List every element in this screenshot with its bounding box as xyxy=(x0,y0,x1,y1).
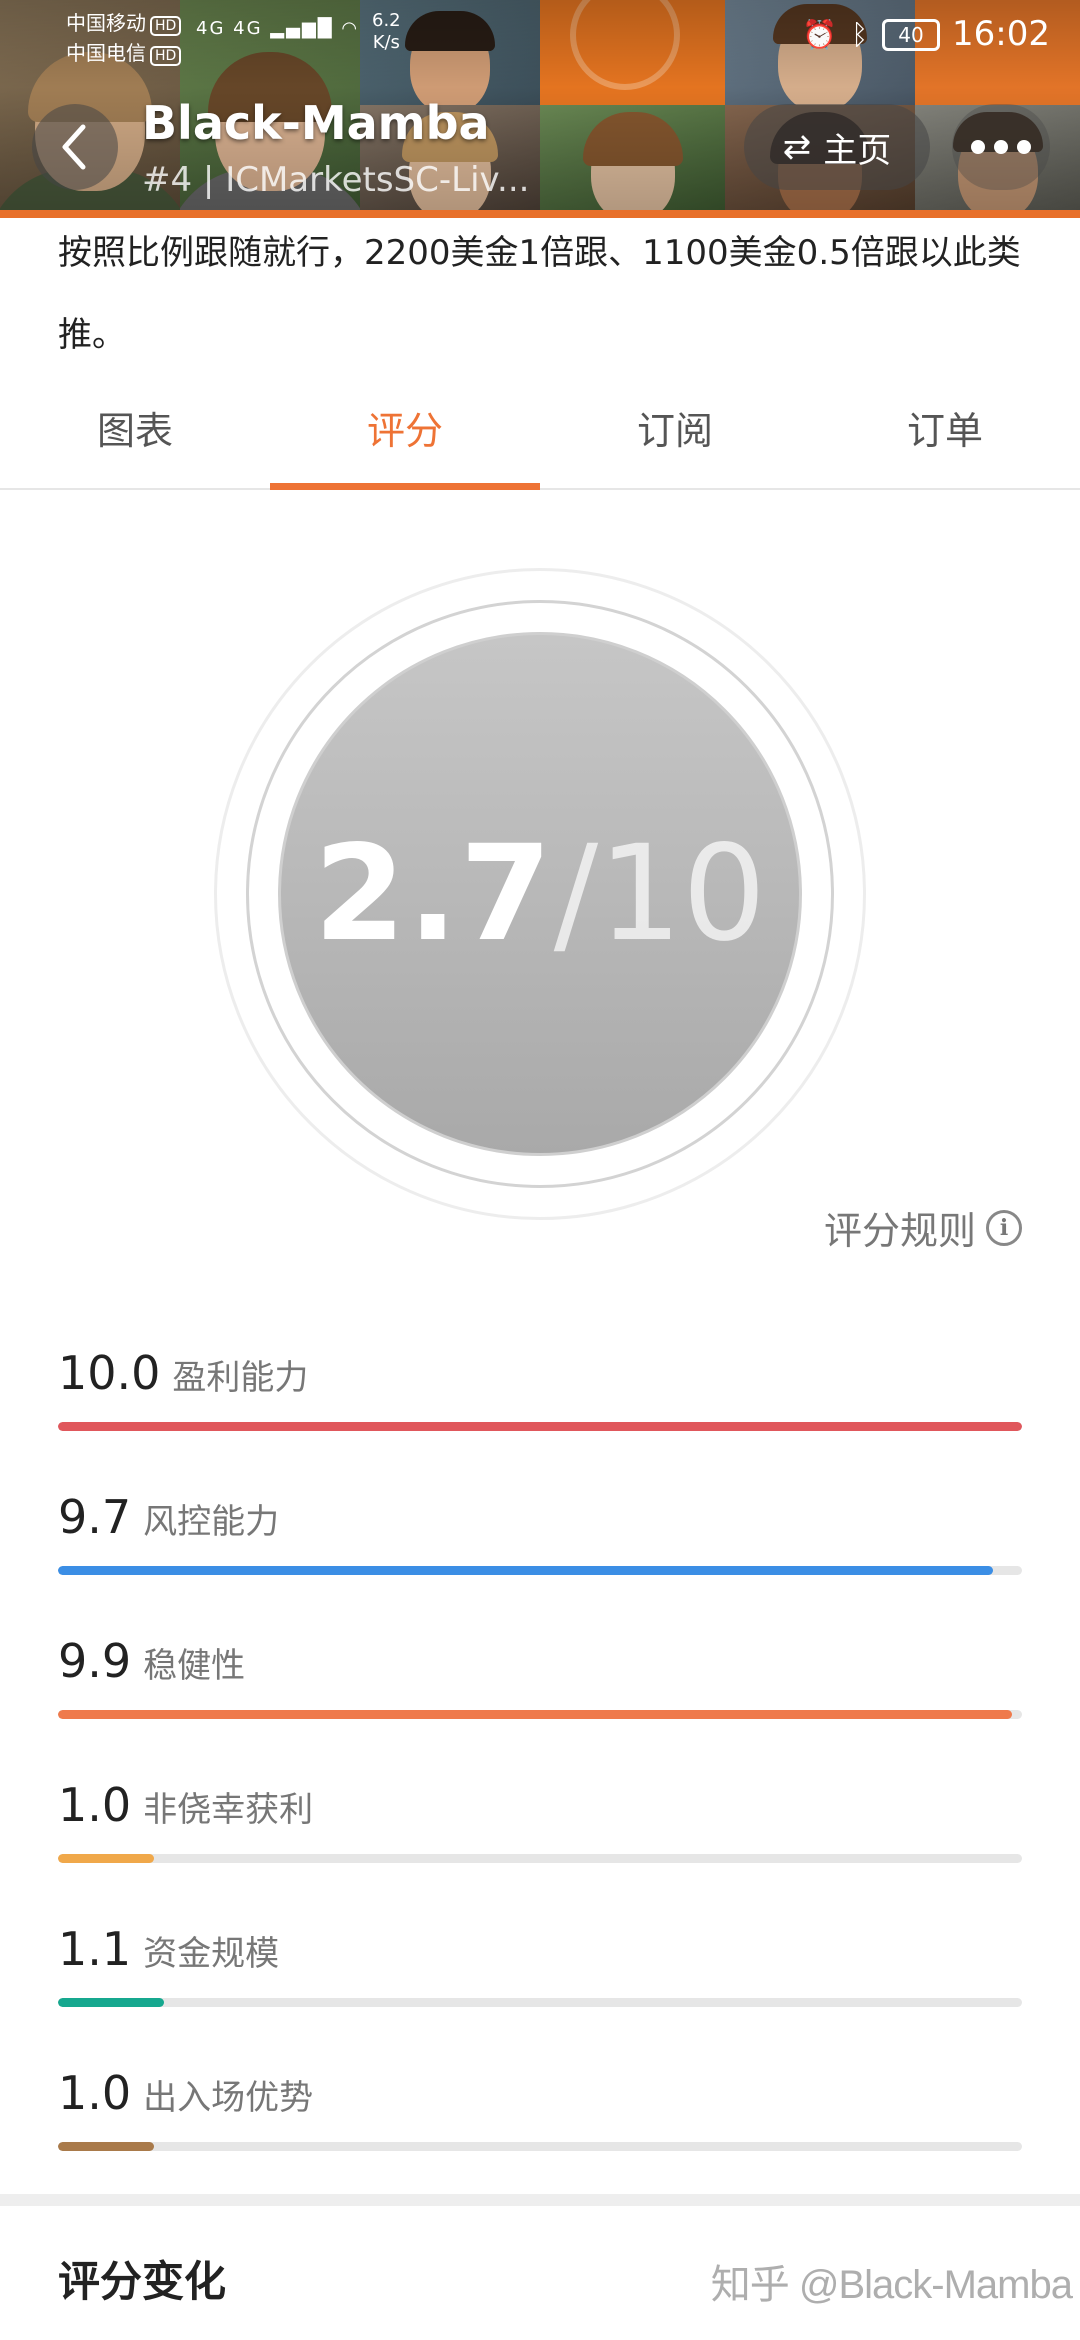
metric-value: 1.0 xyxy=(58,2066,132,2120)
metric-item: 10.0 盈利能力 xyxy=(58,1346,1022,1466)
metric-value: 9.7 xyxy=(58,1490,132,1544)
rating-rules-label: 评分规则 xyxy=(823,1209,976,1253)
tab-subscribe[interactable]: 订阅 xyxy=(540,386,810,488)
metric-name: 盈利能力 xyxy=(172,1358,309,1398)
metric-bar-fill xyxy=(58,1710,1013,1719)
info-icon: i xyxy=(986,1209,1022,1246)
home-button-label: 主页 xyxy=(823,130,892,171)
metric-item: 9.7 风控能力 xyxy=(58,1490,1022,1610)
metric-bar-fill xyxy=(58,2142,155,2151)
tab-rating[interactable]: 评分 xyxy=(270,386,540,490)
strategy-description: 按照比例跟随就行，2200美金1倍跟、1100美金0.5倍跟以此类推。 xyxy=(58,233,1021,355)
tab-chart[interactable]: 图表 xyxy=(0,386,270,488)
carrier-1: 中国移动 HD xyxy=(66,8,182,38)
account-subtitle: #4 | ICMarketsSC-Liv... xyxy=(142,160,530,200)
clock: 16:02 xyxy=(952,14,1050,54)
section-divider xyxy=(0,2194,1080,2206)
metric-bar-track xyxy=(58,1998,1022,2007)
metric-item: 1.0 出入场优势 xyxy=(58,2066,1022,2186)
metric-value: 1.0 xyxy=(58,1778,132,1832)
alarm-icon: ⏰ xyxy=(802,18,838,51)
chevron-left-icon xyxy=(62,124,86,170)
status-bar: 中国移动 HD 中国电信 HD 4G 4G ▂▄▆█ ◠ 6.2 K/s ⏰ ᛒ 4… xyxy=(0,0,1080,80)
score-value: 2.7 xyxy=(313,817,554,971)
metric-value: 9.9 xyxy=(58,1634,132,1688)
more-dot-icon xyxy=(971,140,985,154)
metric-bar-fill xyxy=(58,1998,165,2007)
home-button[interactable]: ⇄ 主页 xyxy=(744,104,930,190)
more-button[interactable] xyxy=(952,104,1050,190)
back-button[interactable] xyxy=(32,104,118,190)
score-max: /10 xyxy=(553,817,767,971)
metric-bar-fill xyxy=(58,1422,1022,1431)
metric-name: 风控能力 xyxy=(143,1502,280,1542)
rating-rules-link[interactable]: 评分规则 i xyxy=(824,1200,1022,1255)
metric-name: 稳健性 xyxy=(143,1646,246,1686)
system-icons: ⏰ ᛒ 40 xyxy=(802,18,940,51)
metric-value: 10.0 xyxy=(58,1346,161,1400)
metric-bar-track xyxy=(58,2142,1022,2151)
page-title: Black-Mamba xyxy=(142,96,490,150)
rating-history-title: 评分变化 xyxy=(58,2257,227,2306)
more-dot-icon xyxy=(1017,140,1031,154)
metric-name: 出入场优势 xyxy=(143,2078,314,2118)
watermark: 知乎 @Black-Mamba xyxy=(710,2263,1073,2307)
metric-bar-track xyxy=(58,1422,1022,1431)
bluetooth-icon: ᛒ xyxy=(851,18,868,51)
signal-icon: 4G 4G ▂▄▆█ ◠ xyxy=(196,18,360,39)
more-dot-icon xyxy=(994,140,1008,154)
swap-icon: ⇄ xyxy=(782,127,812,167)
metric-value: 1.1 xyxy=(58,1922,132,1976)
metric-item: 1.1 资金规模 xyxy=(58,1922,1022,2042)
metric-item: 1.0 非侥幸获利 xyxy=(58,1778,1022,1898)
metric-bar-track xyxy=(58,1854,1022,1863)
metric-item: 9.9 稳健性 xyxy=(58,1634,1022,1754)
metric-bar-fill xyxy=(58,1566,994,1575)
tab-orders[interactable]: 订单 xyxy=(810,386,1080,488)
tab-bar: 图表 评分 订阅 订单 xyxy=(0,386,1080,490)
metric-name: 资金规模 xyxy=(143,1934,280,1974)
metric-bar-track xyxy=(58,1710,1022,1719)
metric-bar-fill xyxy=(58,1854,155,1863)
video-call-header: 中国移动 HD 中国电信 HD 4G 4G ▂▄▆█ ◠ 6.2 K/s ⏰ ᛒ 4… xyxy=(0,0,1080,218)
score-gauge: 2.7/10 xyxy=(214,568,866,1220)
network-speed: 6.2 K/s xyxy=(372,10,401,53)
metric-bar-track xyxy=(58,1566,1022,1575)
metric-name: 非侥幸获利 xyxy=(143,1790,314,1830)
battery-icon: 40 xyxy=(882,18,940,51)
score-disc: 2.7/10 xyxy=(278,632,802,1156)
carrier-info: 中国移动 HD 中国电信 HD xyxy=(66,8,182,68)
carrier-2: 中国电信 HD xyxy=(66,38,182,68)
